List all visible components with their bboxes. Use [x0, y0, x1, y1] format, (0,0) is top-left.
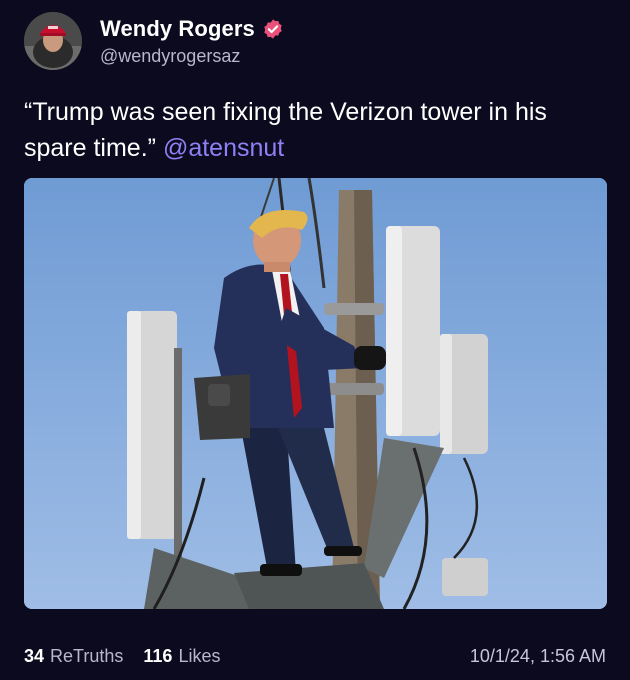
name-row: Wendy Rogers — [100, 16, 284, 42]
author-avatar[interactable] — [24, 12, 82, 70]
likes-count: 116 — [143, 646, 173, 666]
likes-stat[interactable]: 116 Likes — [143, 646, 220, 667]
author-handle[interactable]: @wendyrogersaz — [100, 46, 284, 67]
likes-label: Likes — [178, 646, 221, 666]
post-body: “Trump was seen fixing the Verizon tower… — [24, 98, 547, 162]
author-display-name[interactable]: Wendy Rogers — [100, 16, 255, 42]
post-footer: 34 ReTruths 116 Likes 10/1/24, 1:56 AM — [24, 646, 606, 667]
mention-link[interactable]: @atensnut — [163, 134, 284, 162]
tower-photo — [24, 178, 607, 609]
post-text: “Trump was seen fixing the Verizon tower… — [24, 94, 609, 166]
retruths-count: 34 — [24, 646, 45, 666]
post-timestamp[interactable]: 10/1/24, 1:56 AM — [470, 646, 606, 667]
retruths-stat[interactable]: 34 ReTruths — [24, 646, 123, 667]
post-image[interactable] — [24, 178, 607, 609]
post-header: Wendy Rogers @wendyrogersaz — [24, 12, 284, 70]
retruths-label: ReTruths — [50, 646, 124, 666]
verified-badge-icon — [264, 18, 282, 39]
author-names: Wendy Rogers @wendyrogersaz — [100, 16, 284, 67]
